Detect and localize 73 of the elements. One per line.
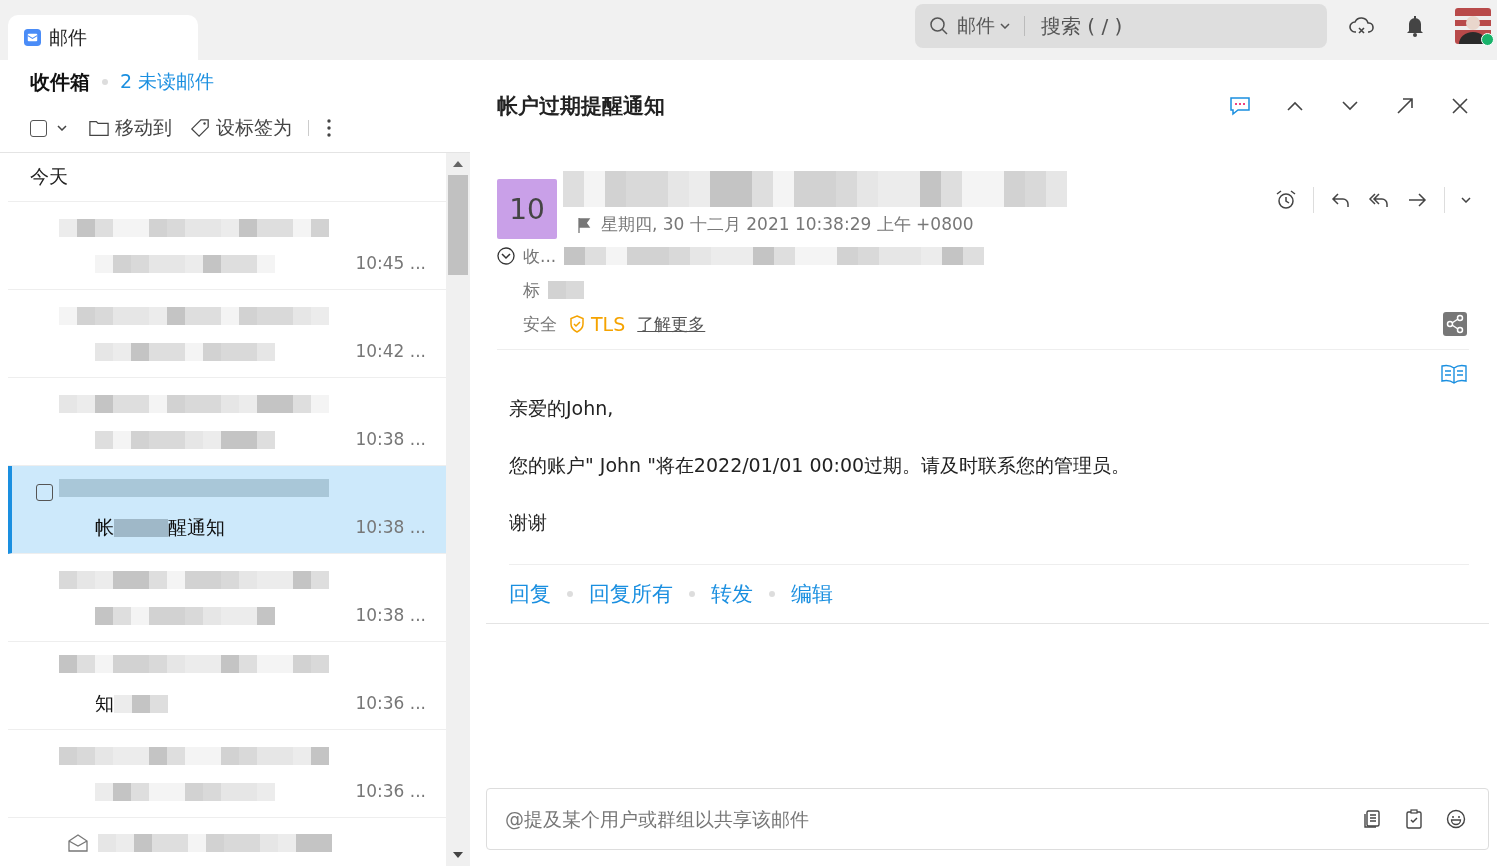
mail-time: 10:38 ... xyxy=(355,429,426,449)
comment-field[interactable]: @提及某个用户或群组以共享该邮件 xyxy=(486,788,1489,850)
subject-fragment: 知 xyxy=(95,690,114,716)
mail-action-link[interactable]: 转发 xyxy=(711,580,753,608)
recipient-label: 收... xyxy=(523,244,557,268)
mail-list-item[interactable]: 10:45 ... xyxy=(8,202,446,290)
folder-icon xyxy=(89,118,109,138)
tag-label: 标 xyxy=(523,278,540,302)
share-icon[interactable] xyxy=(1443,312,1467,336)
sender-avatar: 10 xyxy=(497,179,557,239)
unread-count-link[interactable]: 2 未读邮件 xyxy=(120,69,215,95)
notification-bell-icon[interactable] xyxy=(1405,14,1425,38)
select-all-checkbox[interactable] xyxy=(30,119,47,137)
mail-body-paragraph: 谢谢 xyxy=(509,510,548,535)
mail-time: 10:36 ... xyxy=(355,781,426,801)
mail-body-paragraph: 亲爱的John, xyxy=(509,396,615,421)
close-icon[interactable] xyxy=(1449,96,1471,116)
expand-icon[interactable] xyxy=(497,247,515,265)
user-avatar[interactable] xyxy=(1455,8,1491,44)
search-scope-dropdown[interactable]: 邮件 xyxy=(957,13,1010,39)
tls-label: TLS xyxy=(591,313,626,335)
scrollbar-thumb[interactable] xyxy=(448,175,468,275)
shield-icon xyxy=(569,315,585,333)
mail-time: 10:36 ... xyxy=(355,693,426,713)
caret-icon[interactable] xyxy=(57,125,67,131)
mail-list-item[interactable]: 10:38 ... xyxy=(8,378,446,466)
mail-icon xyxy=(24,29,41,46)
caret-icon[interactable] xyxy=(1461,197,1471,203)
mail-subject: 帐户过期提醒通知 xyxy=(497,93,666,120)
caret-icon xyxy=(1000,23,1010,29)
mail-list-item[interactable]: 10:42 ... xyxy=(8,290,446,378)
row-checkbox[interactable] xyxy=(36,484,53,501)
redacted-text xyxy=(114,518,168,537)
reading-view-icon[interactable] xyxy=(1441,364,1467,384)
mail-list-item[interactable]: 10:38 ... xyxy=(8,554,446,642)
mail-list-item[interactable]: 帐 醒通知 10:38 ... xyxy=(8,466,446,554)
search-icon xyxy=(929,16,949,36)
mail-time: 10:38 ... xyxy=(355,517,426,537)
task-clipboard-icon[interactable] xyxy=(1404,809,1424,829)
search-input[interactable]: 搜索 ( / ) xyxy=(1039,13,1293,39)
subject-fragment: 帐 xyxy=(95,514,114,540)
mail-time: 10:45 ... xyxy=(355,253,426,273)
search-field[interactable]: 邮件 搜索 ( / ) xyxy=(915,4,1327,48)
alarm-clock-icon[interactable] xyxy=(1275,189,1297,211)
app-tab[interactable]: 邮件 xyxy=(8,15,198,60)
mail-time: 10:38 ... xyxy=(355,605,426,625)
mail-time: 10:42 ... xyxy=(355,341,426,361)
envelope-open-icon xyxy=(68,834,88,852)
mail-list-item[interactable]: 10:36 ... xyxy=(8,730,446,818)
group-header: 今天 xyxy=(8,153,446,202)
security-label: 安全 xyxy=(523,312,557,336)
mail-list-item[interactable]: 知 10:36 ... xyxy=(8,642,446,730)
mail-date: 星期四, 30 十二月 2021 10:38:29 上午 +0800 xyxy=(601,213,974,236)
move-to-button[interactable]: 移动到 xyxy=(89,115,180,141)
mail-action-link[interactable]: 回复 xyxy=(509,580,551,608)
comment-icon[interactable] xyxy=(1229,96,1251,116)
tag-button[interactable]: 设标签为 xyxy=(190,115,300,141)
more-icon[interactable] xyxy=(327,119,331,137)
mail-action-link[interactable]: 编辑 xyxy=(791,580,833,608)
emoji-icon[interactable] xyxy=(1446,809,1466,829)
mail-action-link[interactable]: 回复所有 xyxy=(589,580,673,608)
notes-icon[interactable] xyxy=(1362,809,1382,829)
redacted-text xyxy=(548,281,584,299)
folder-title: 收件箱 xyxy=(30,68,90,96)
scroll-up-icon[interactable] xyxy=(453,161,463,167)
learn-more-link[interactable]: 了解更多 xyxy=(637,312,706,336)
scroll-down-icon[interactable] xyxy=(453,852,463,858)
scrollbar[interactable] xyxy=(446,153,470,866)
subject-fragment: 醒通知 xyxy=(168,514,225,540)
redacted-text xyxy=(114,694,168,713)
flag-icon[interactable] xyxy=(577,216,591,233)
tag-icon xyxy=(190,118,210,138)
mail-body-paragraph: 您的账户" John "将在2022/01/01 00:00过期。请及时联系您的管理员。 xyxy=(509,453,1132,478)
